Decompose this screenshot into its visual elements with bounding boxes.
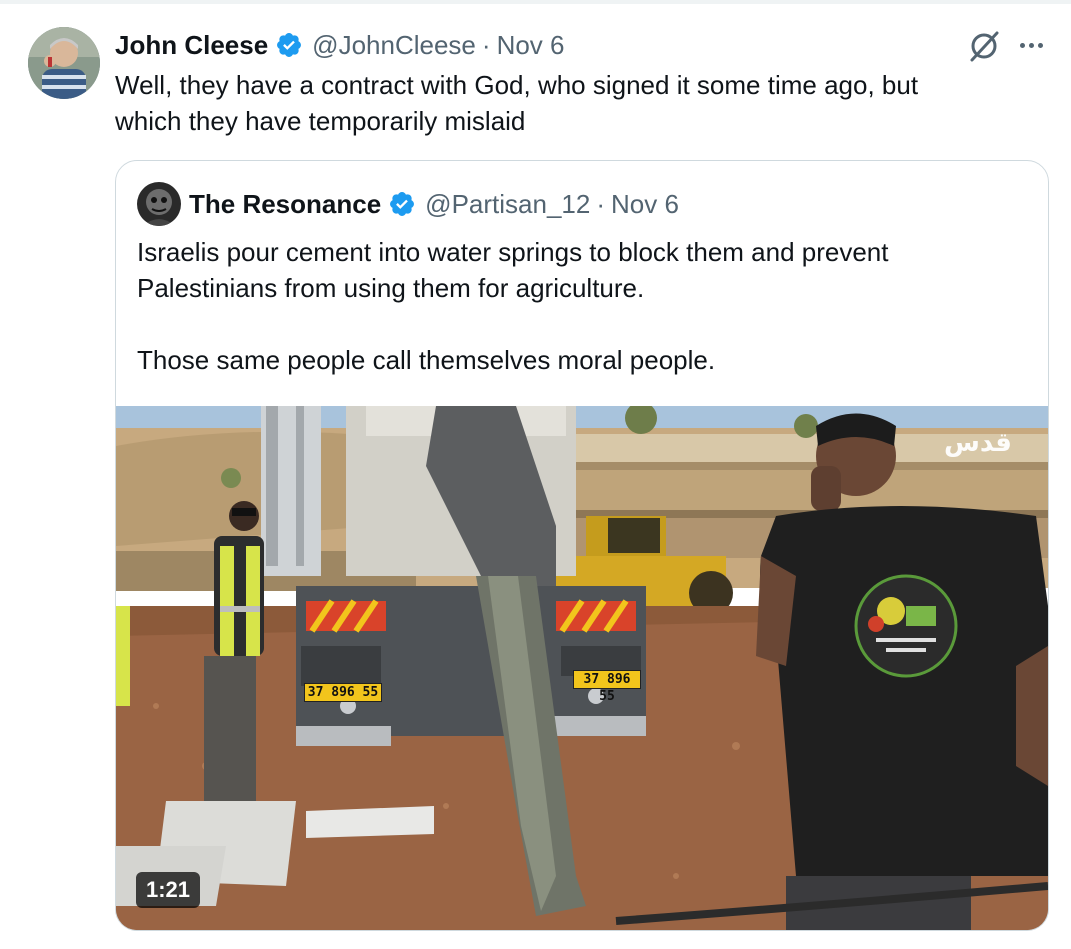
quoted-tweet-text: Israelis pour cement into water springs …: [137, 234, 1027, 378]
more-dot: [1037, 42, 1043, 48]
license-plate: 37 896 55: [573, 670, 641, 704]
quoted-text-line: Palestinians from using them for agricul…: [137, 273, 645, 303]
quoted-text-line: Those same people call themselves moral …: [137, 345, 716, 375]
top-divider: [0, 0, 1071, 4]
more-dot: [1028, 42, 1034, 48]
video-thumbnail: [116, 406, 1048, 930]
quoted-author-handle: @Partisan_12: [425, 188, 591, 219]
author-handle[interactable]: @JohnCleese: [312, 30, 476, 61]
more-icon[interactable]: [1014, 30, 1048, 60]
grok-icon[interactable]: [966, 28, 1002, 64]
author-avatar[interactable]: [28, 27, 100, 99]
header-separator: ·: [481, 29, 491, 60]
quoted-text-line: Israelis pour cement into water springs …: [137, 237, 889, 267]
quoted-tweet-header: The Resonance @Partisan_12 · Nov 6: [189, 187, 679, 221]
quoted-tweet-date: Nov 6: [611, 188, 679, 219]
quoted-author-name: The Resonance: [189, 188, 382, 219]
video-duration-badge: 1:21: [136, 872, 201, 908]
tweet-text-line: which they have temporarily mislaid: [115, 106, 526, 136]
license-plate: 37 896 55: [304, 683, 382, 702]
tweet-text: Well, they have a contract with God, who…: [115, 67, 1015, 139]
quoted-tweet-card[interactable]: The Resonance @Partisan_12 · Nov 6 Israe…: [115, 160, 1049, 931]
verified-badge-icon: [388, 190, 416, 218]
more-dot: [1019, 42, 1025, 48]
video-player[interactable]: 37 896 55 37 896 55 قدس 1:21: [116, 406, 1048, 930]
verified-badge-icon[interactable]: [275, 31, 303, 59]
author-name[interactable]: John Cleese: [115, 30, 268, 61]
video-watermark: قدس: [944, 428, 1012, 458]
quoted-author-avatar: [137, 182, 181, 226]
tweet-text-line: Well, they have a contract with God, who…: [115, 70, 919, 100]
header-separator: ·: [596, 188, 605, 219]
tweet-date[interactable]: Nov 6: [497, 30, 565, 61]
tweet-header: John Cleese @JohnCleese · Nov 6: [115, 28, 564, 62]
